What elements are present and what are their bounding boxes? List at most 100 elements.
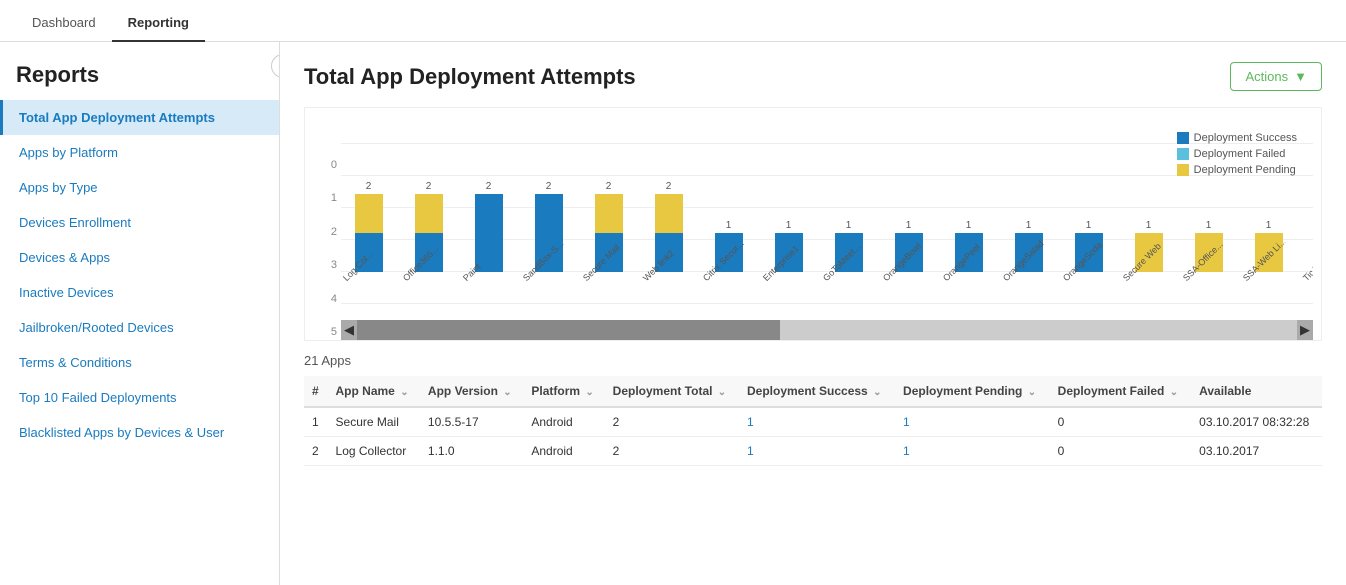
col-available: Available	[1191, 376, 1322, 407]
bar-group: 1OrangePeel	[941, 120, 996, 316]
bar-x-label: SandBox-S...	[521, 237, 588, 304]
cell-pending[interactable]: 1	[895, 437, 1050, 466]
bar-x-label: Paint	[461, 237, 528, 304]
cell-available: 03.10.2017	[1191, 437, 1322, 466]
sidebar-item-terms[interactable]: Terms & Conditions	[0, 345, 279, 380]
bar-x-label: Enterprise1	[761, 237, 828, 304]
legend-label-success: Deployment Success	[1194, 132, 1297, 144]
bar-total-label: 1	[726, 220, 732, 231]
sort-failed-icon: ⌄	[1170, 387, 1178, 398]
bar-x-label: OrangeSalad	[1001, 237, 1068, 304]
chart-legend: Deployment Success Deployment Failed Dep…	[1177, 132, 1297, 180]
bar-segment-pending	[595, 194, 623, 233]
bar-x-label: GoToMeet...	[821, 237, 888, 304]
col-deployment-pending[interactable]: Deployment Pending ⌄	[895, 376, 1050, 407]
col-deployment-failed[interactable]: Deployment Failed ⌄	[1050, 376, 1191, 407]
bar-x-label: Secure Web	[1121, 237, 1188, 304]
sidebar: ‹ Reports Total App Deployment Attempts …	[0, 42, 280, 585]
sidebar-item-apps-by-platform[interactable]: Apps by Platform	[0, 135, 279, 170]
main-content: Total App Deployment Attempts Actions ▼ …	[280, 42, 1346, 585]
sort-total-icon: ⌄	[718, 387, 726, 398]
tab-reporting[interactable]: Reporting	[112, 5, 205, 42]
bar-group: 2SandBox-S...	[521, 120, 576, 316]
bar-total-label: 2	[666, 181, 672, 192]
cell-app-name: Secure Mail	[328, 407, 420, 437]
col-app-name[interactable]: App Name ⌄	[328, 376, 420, 407]
apps-count: 21 Apps	[304, 353, 1322, 368]
cell-app-version: 1.1.0	[420, 437, 523, 466]
table-body: 1 Secure Mail 10.5.5-17 Android 2 1 1 0 …	[304, 407, 1322, 466]
legend-item-failed: Deployment Failed	[1177, 148, 1297, 160]
cell-platform: Android	[523, 407, 604, 437]
col-deployment-total[interactable]: Deployment Total ⌄	[605, 376, 739, 407]
actions-button[interactable]: Actions ▼	[1230, 62, 1322, 91]
bar-group: 1OrangeSalad	[1001, 120, 1056, 316]
col-platform[interactable]: Platform ⌄	[523, 376, 604, 407]
cell-total: 2	[605, 437, 739, 466]
bar-segment-pending	[355, 194, 383, 233]
sidebar-item-blacklisted[interactable]: Blacklisted Apps by Devices & User	[0, 415, 279, 450]
bar-segment-pending	[415, 194, 443, 233]
y-label-5: 5	[313, 327, 337, 338]
table-header: # App Name ⌄ App Version ⌄ Platform ⌄ De…	[304, 376, 1322, 407]
col-num: #	[304, 376, 328, 407]
deployments-table: # App Name ⌄ App Version ⌄ Platform ⌄ De…	[304, 376, 1322, 466]
cell-pending[interactable]: 1	[895, 407, 1050, 437]
y-axis: 5 4 3 2 1 0	[313, 160, 337, 340]
scroll-right-arrow[interactable]: ▶	[1297, 320, 1313, 340]
sidebar-item-top10-failed[interactable]: Top 10 Failed Deployments	[0, 380, 279, 415]
y-label-4: 4	[313, 294, 337, 305]
bar-total-label: 2	[486, 181, 492, 192]
cell-num: 2	[304, 437, 328, 466]
bar-x-label: Secure Mail	[581, 237, 648, 304]
bar-x-label: SSA-Office...	[1181, 237, 1248, 304]
sidebar-item-devices-enrollment[interactable]: Devices Enrollment	[0, 205, 279, 240]
bar-total-label: 1	[1086, 220, 1092, 231]
scroll-left-arrow[interactable]: ◀	[341, 320, 357, 340]
legend-swatch-failed	[1177, 148, 1189, 160]
table-row: 1 Secure Mail 10.5.5-17 Android 2 1 1 0 …	[304, 407, 1322, 437]
sort-app-version-icon: ⌄	[503, 387, 511, 398]
bar-total-label: 2	[606, 181, 612, 192]
actions-label: Actions	[1245, 69, 1288, 84]
main-layout: ‹ Reports Total App Deployment Attempts …	[0, 42, 1346, 585]
col-app-version[interactable]: App Version ⌄	[420, 376, 523, 407]
chart-container: 5 4 3 2 1 0	[304, 107, 1322, 341]
sidebar-item-jailbroken[interactable]: Jailbroken/Rooted Devices	[0, 310, 279, 345]
sort-success-icon: ⌄	[873, 387, 881, 398]
sidebar-item-devices-apps[interactable]: Devices & Apps	[0, 240, 279, 275]
bar-total-label: 2	[366, 181, 372, 192]
bar-x-label: OrangeBowl	[881, 237, 948, 304]
bar-total-label: 1	[846, 220, 852, 231]
bar-group: 1OrangeBowl	[881, 120, 936, 316]
sidebar-item-total-app-deployment[interactable]: Total App Deployment Attempts	[0, 100, 279, 135]
legend-label-pending: Deployment Pending	[1194, 164, 1296, 176]
scrollbar-thumb[interactable]	[357, 320, 780, 340]
bar-total-label: 1	[1026, 220, 1032, 231]
cell-success[interactable]: 1	[739, 437, 895, 466]
cell-total: 2	[605, 407, 739, 437]
cell-success[interactable]: 1	[739, 407, 895, 437]
bar-total-label: 2	[546, 181, 552, 192]
bar-group: 1Enterprise1	[761, 120, 816, 316]
bar-total-label: 1	[1146, 220, 1152, 231]
bar-group: 2Log Col...	[341, 120, 396, 316]
x-scrollbar[interactable]: ◀ ▶	[341, 320, 1313, 340]
bar-x-label: OrangeSoda	[1061, 237, 1128, 304]
cell-available: 03.10.2017 08:32:28	[1191, 407, 1322, 437]
bar-x-label: Web link2	[641, 237, 708, 304]
legend-label-failed: Deployment Failed	[1194, 148, 1286, 160]
sidebar-item-apps-by-type[interactable]: Apps by Type	[0, 170, 279, 205]
main-header: Total App Deployment Attempts Actions ▼	[304, 62, 1322, 91]
sort-app-name-icon: ⌄	[400, 387, 408, 398]
sidebar-title: Reports	[0, 42, 279, 100]
y-label-3: 3	[313, 260, 337, 271]
sidebar-item-inactive-devices[interactable]: Inactive Devices	[0, 275, 279, 310]
bar-x-label: SSA-Web Li...	[1241, 237, 1308, 304]
bar-total-label: 1	[906, 220, 912, 231]
col-deployment-success[interactable]: Deployment Success ⌄	[739, 376, 895, 407]
tab-dashboard[interactable]: Dashboard	[16, 5, 112, 42]
bar-total-label: 1	[966, 220, 972, 231]
bar-x-label: OrangePeel	[941, 237, 1008, 304]
bar-total-label: 1	[1266, 220, 1272, 231]
